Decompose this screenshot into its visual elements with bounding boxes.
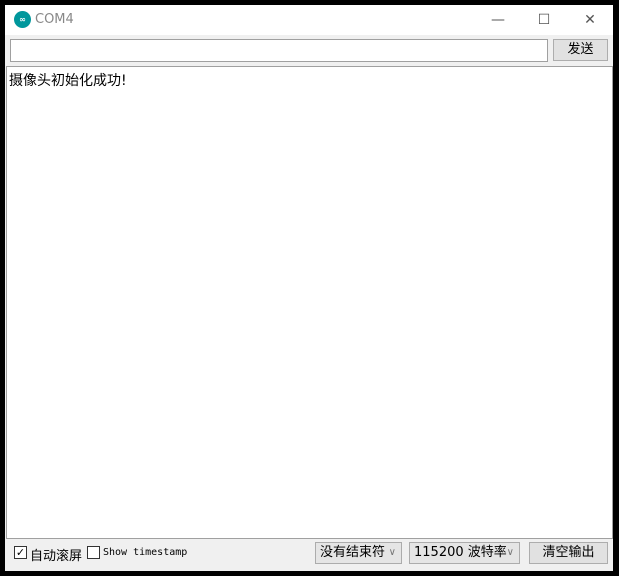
autoscroll-label: 自动滚屏 [30, 549, 83, 564]
serial-monitor-window: ∞ COM4 — ☐ ✕ 发送 摄像头初始化成功! ✓ 自动滚屏 Show ti… [5, 5, 613, 571]
maximize-button[interactable]: ☐ [521, 5, 567, 35]
minimize-button[interactable]: — [475, 5, 521, 35]
line-ending-select[interactable]: 没有结束符 ∨ [315, 542, 402, 564]
chevron-down-icon: ∨ [388, 547, 396, 558]
chevron-down-icon: ∨ [506, 547, 514, 558]
clear-output-button[interactable]: 清空输出 [529, 542, 608, 564]
output-line: 摄像头初始化成功! [9, 73, 127, 89]
window-title: COM4 [35, 12, 74, 27]
baud-rate-value: 115200 波特率 [414, 545, 507, 560]
autoscroll-checkbox[interactable]: ✓ [14, 546, 27, 559]
timestamp-checkbox[interactable] [87, 546, 100, 559]
close-button[interactable]: ✕ [567, 5, 613, 35]
send-input[interactable] [10, 39, 548, 62]
send-button[interactable]: 发送 [553, 39, 608, 61]
timestamp-label: Show timestamp [103, 547, 188, 558]
serial-output[interactable]: 摄像头初始化成功! [6, 66, 613, 539]
baud-rate-select[interactable]: 115200 波特率 ∨ [409, 542, 520, 564]
bottom-bar: ✓ 自动滚屏 Show timestamp 没有结束符 ∨ 115200 波特率 ∨… [5, 539, 613, 571]
arduino-logo-icon: ∞ [14, 11, 31, 28]
line-ending-value: 没有结束符 [320, 545, 386, 560]
title-bar: ∞ COM4 — ☐ ✕ [5, 5, 613, 35]
